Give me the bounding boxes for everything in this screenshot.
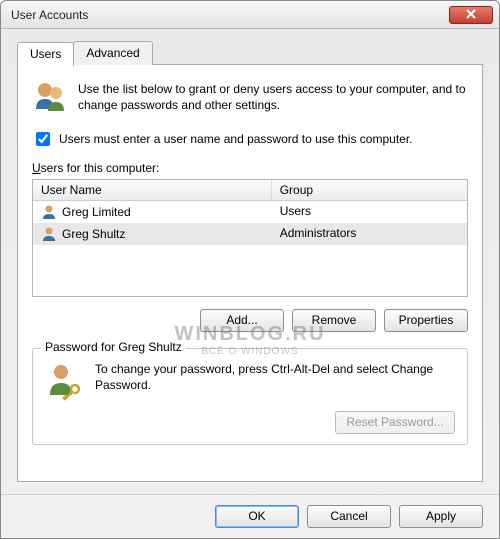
require-password-label[interactable]: Users must enter a user name and passwor… (59, 132, 413, 146)
table-row[interactable]: Greg Shultz Administrators (33, 223, 467, 245)
apply-button[interactable]: Apply (399, 505, 483, 528)
cell-username: Greg Shultz (62, 227, 125, 241)
tab-users[interactable]: Users (17, 42, 74, 66)
users-icon (32, 79, 68, 115)
dialog-footer: OK Cancel Apply (1, 494, 499, 538)
window-title: User Accounts (11, 8, 449, 22)
password-groupbox: Password for Greg Shultz To change your … (32, 348, 468, 445)
user-icon (41, 226, 57, 242)
users-list-label: Users for this computer: (32, 161, 468, 175)
cell-group: Administrators (272, 225, 467, 243)
cancel-button[interactable]: Cancel (307, 505, 391, 528)
users-list[interactable]: User Name Group Greg Limited Users (32, 179, 468, 297)
cell-group: Users (272, 203, 467, 221)
tabstrip: Users Advanced (17, 41, 483, 65)
close-button[interactable] (449, 6, 493, 24)
ok-button[interactable]: OK (215, 505, 299, 528)
cell-username: Greg Limited (62, 205, 131, 219)
user-accounts-window: User Accounts Users Advanced Use the lis… (0, 0, 500, 539)
remove-button[interactable]: Remove (292, 309, 376, 332)
column-header-group[interactable]: Group (272, 180, 467, 200)
intro-text: Use the list below to grant or deny user… (78, 79, 468, 115)
titlebar[interactable]: User Accounts (1, 1, 499, 29)
require-password-row: Users must enter a user name and passwor… (32, 129, 468, 149)
password-groupbox-title: Password for Greg Shultz (41, 340, 186, 354)
tab-advanced[interactable]: Advanced (73, 41, 152, 65)
table-row[interactable]: Greg Limited Users (33, 201, 467, 223)
add-button[interactable]: Add... (200, 309, 284, 332)
users-list-header[interactable]: User Name Group (33, 180, 467, 201)
password-instruction-text: To change your password, press Ctrl-Alt-… (95, 361, 455, 393)
reset-password-button[interactable]: Reset Password... (335, 411, 455, 434)
intro-row: Use the list below to grant or deny user… (32, 79, 468, 115)
tab-panel-users: Use the list below to grant or deny user… (17, 64, 483, 482)
users-list-body: Greg Limited Users Greg Shultz Admini (33, 201, 467, 245)
list-buttons: Add... Remove Properties (32, 309, 468, 332)
user-icon (41, 204, 57, 220)
column-header-username[interactable]: User Name (33, 180, 272, 200)
properties-button[interactable]: Properties (384, 309, 468, 332)
user-key-icon (45, 361, 85, 401)
require-password-checkbox[interactable] (36, 132, 50, 146)
